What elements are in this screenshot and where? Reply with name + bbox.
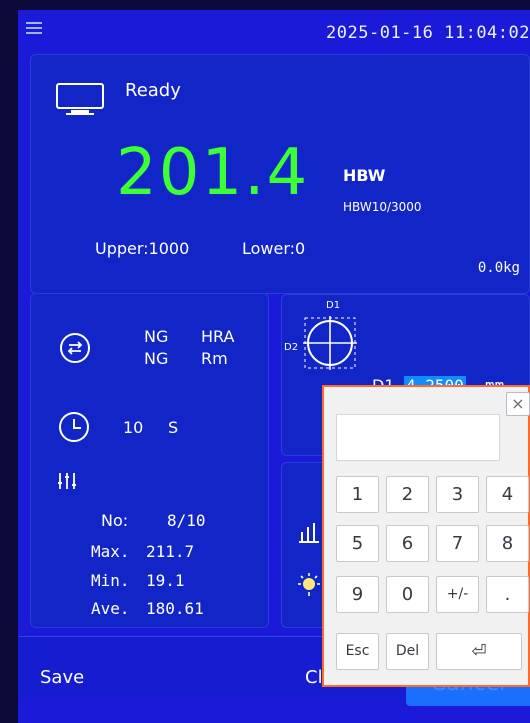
key-9[interactable]: 9 — [336, 576, 379, 613]
hardness-unit: HBW — [343, 166, 386, 185]
clock-icon — [59, 412, 89, 442]
max-value: 211.7 — [146, 542, 195, 561]
ave-label: Ave. — [91, 599, 130, 618]
key-1[interactable]: 1 — [336, 476, 379, 513]
key-0[interactable]: 0 — [386, 576, 429, 613]
numeric-keypad-dialog: × 1 2 3 4 5 6 7 8 9 0 +/- . Esc Del ⏎ — [322, 385, 530, 687]
d1-diagram-label: D1 — [326, 300, 341, 311]
ng-status-2: NG — [144, 349, 169, 368]
key-4[interactable]: 4 — [486, 476, 529, 513]
light-icon[interactable] — [295, 572, 323, 600]
d2-diagram-label: D2 — [284, 342, 299, 353]
dwell-time-unit: S — [168, 418, 179, 437]
sample-no-value: 8/10 — [167, 511, 206, 530]
scale-2[interactable]: Rm — [201, 349, 228, 368]
lower-limit: Lower:0 — [242, 239, 306, 258]
scale-1[interactable]: HRA — [201, 327, 234, 346]
min-label: Min. — [91, 571, 130, 590]
key-7[interactable]: 7 — [436, 525, 479, 562]
upper-limit: Upper:1000 — [95, 239, 190, 258]
key-8[interactable]: 8 — [486, 525, 529, 562]
datetime-display: 2025-01-16 11:04:02 — [326, 23, 530, 43]
adjust-icon[interactable] — [57, 471, 79, 491]
menu-icon[interactable] — [26, 22, 42, 34]
key-decimal[interactable]: . — [486, 576, 529, 613]
key-5[interactable]: 5 — [336, 525, 379, 562]
dwell-time-value[interactable]: 10 — [123, 418, 143, 437]
save-button[interactable]: Save — [40, 667, 84, 688]
sample-no-label: No: — [101, 511, 129, 530]
test-settings-panel: NG NG HRA Rm 10 S No: 8/10 Max. 211.7 Mi… — [30, 293, 269, 628]
hardness-value: 201.4 — [116, 136, 310, 210]
delete-key[interactable]: Del — [386, 633, 429, 670]
status-text: Ready — [125, 80, 181, 101]
keypad-input-display[interactable] — [336, 414, 500, 461]
monitor-icon — [56, 83, 104, 115]
key-2[interactable]: 2 — [386, 476, 429, 513]
key-plus-minus[interactable]: +/- — [436, 576, 479, 613]
ng-status-1: NG — [144, 327, 169, 346]
enter-key[interactable]: ⏎ — [436, 633, 522, 670]
max-label: Max. — [91, 542, 130, 561]
test-method: HBW10/3000 — [343, 200, 422, 214]
load-value: 0.0kg — [477, 260, 520, 276]
ave-value: 180.61 — [146, 599, 204, 618]
hardness-result-panel: Ready 201.4 HBW HBW10/3000 Upper:1000 Lo… — [30, 54, 530, 294]
key-6[interactable]: 6 — [386, 525, 429, 562]
min-value: 19.1 — [146, 571, 185, 590]
escape-key[interactable]: Esc — [336, 633, 379, 670]
conversion-icon[interactable] — [58, 331, 92, 365]
chart-icon[interactable] — [295, 518, 323, 544]
indentation-diagram-icon — [303, 316, 357, 370]
top-bar: 2025-01-16 11:04:02 — [18, 10, 530, 54]
close-icon[interactable]: × — [506, 392, 530, 416]
key-3[interactable]: 3 — [436, 476, 479, 513]
